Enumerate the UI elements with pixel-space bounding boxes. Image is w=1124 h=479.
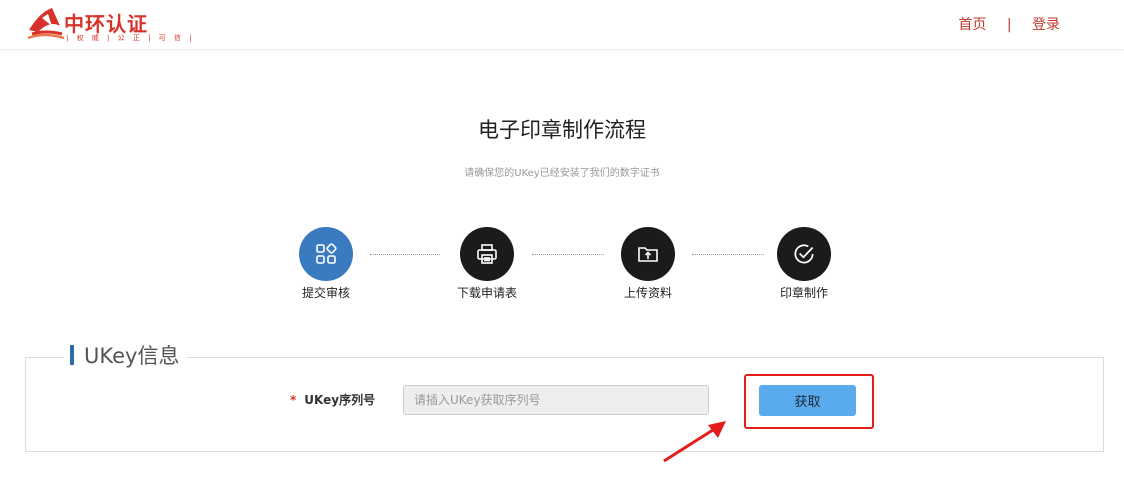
required-mark: * [290,393,297,407]
annotation-arrow-icon [663,421,726,463]
step-seal-making: 印章制作 [754,227,854,301]
step-submit-review: 提交审核 [276,227,376,301]
grid-apps-icon [316,243,337,264]
ukey-serial-label: * UKey序列号 [290,391,375,408]
ukey-serial-input[interactable] [403,385,709,415]
step-download-form: 下载申请表 [437,227,537,301]
nav-home-link[interactable]: 首页 [958,17,986,33]
heading-accent-bar [70,345,74,365]
step-label: 印章制作 [779,286,828,300]
ukey-serial-label-text: UKey序列号 [304,393,376,407]
top-header: 中环认证 | 权 威 | 公 正 | 可 信 | 首页 | 登录 [0,0,1124,50]
step-label: 下载申请表 [456,286,517,300]
step-circle [621,227,675,281]
page-title: 电子印章制作流程 [478,118,646,142]
step-label: 提交审核 [301,286,350,300]
ukey-section-title: UKey信息 [84,344,180,368]
brand-logo[interactable]: 中环认证 | 权 威 | 公 正 | 可 信 | [26,4,191,44]
step-circle [460,227,514,281]
page-subtitle: 请确保您的UKey已经安装了我们的数字证书 [464,168,660,179]
fetch-serial-button[interactable]: 获取 [759,385,856,416]
ukey-section-heading: UKey信息 [64,340,188,370]
step-connector [370,254,440,255]
brand-slogan: | 权 威 | 公 正 | 可 信 | [66,34,195,42]
nav-login-link[interactable]: 登录 [1032,17,1060,33]
step-upload-docs: 上传资料 [598,227,698,301]
check-circle-icon [794,244,814,264]
step-label: 上传资料 [623,286,672,300]
nav-separator: | [1006,17,1012,33]
step-connector [532,254,604,255]
triangle-swoosh-logo-icon [27,8,65,40]
printer-icon [477,244,497,264]
folder-upload-icon [638,247,658,262]
top-nav: 首页 | 登录 [958,14,1060,34]
step-circle [299,227,353,281]
step-circle [777,227,831,281]
